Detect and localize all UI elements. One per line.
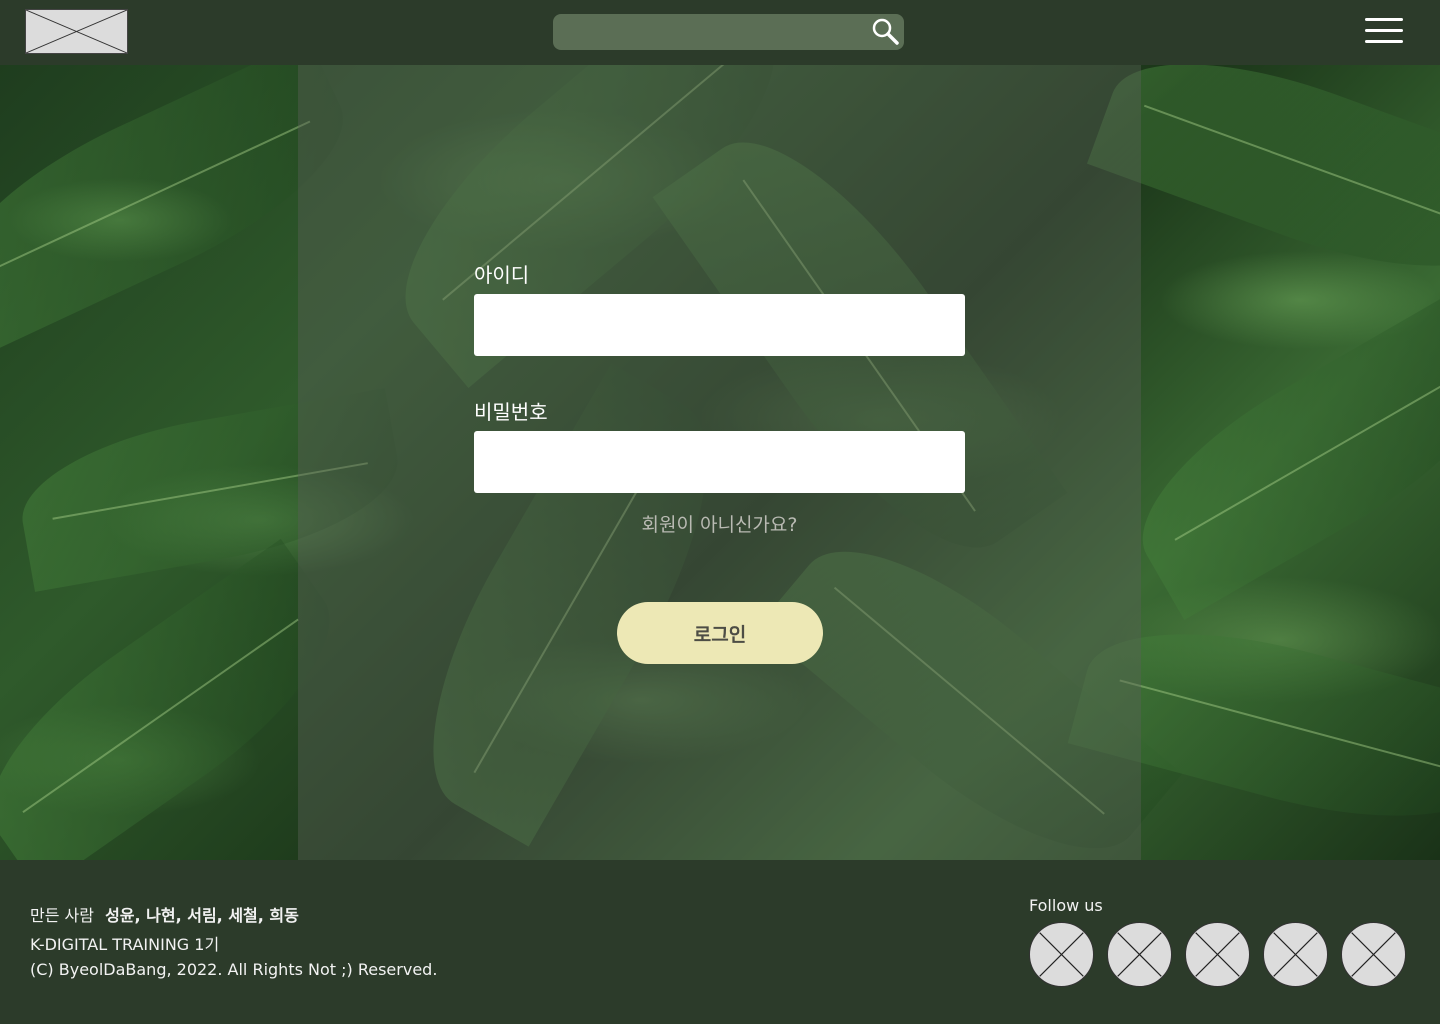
makers-line: 만든 사람 성윤, 나현, 서림, 세철, 희동 bbox=[30, 902, 299, 926]
footer: 만든 사람 성윤, 나현, 서림, 세철, 희동 K-DIGITAL TRAIN… bbox=[0, 860, 1440, 1024]
top-header bbox=[0, 0, 1440, 65]
program-text: K-DIGITAL TRAINING 1기 bbox=[30, 935, 220, 954]
signup-link[interactable]: 회원이 아니신가요? bbox=[474, 510, 965, 537]
social-placeholder-icon[interactable] bbox=[1185, 922, 1250, 987]
logo-placeholder-icon[interactable] bbox=[25, 9, 128, 54]
social-placeholder-icon[interactable] bbox=[1263, 922, 1328, 987]
id-label: 아이디 bbox=[474, 263, 530, 287]
copyright-text: (C) ByeolDaBang, 2022. All Rights Not ;)… bbox=[30, 960, 438, 979]
password-field[interactable] bbox=[474, 431, 965, 493]
search-icon[interactable] bbox=[868, 16, 902, 48]
social-placeholder-icon[interactable] bbox=[1029, 922, 1094, 987]
password-label: 비밀번호 bbox=[474, 400, 548, 424]
makers-label: 만든 사람 bbox=[30, 906, 94, 925]
follow-label: Follow us bbox=[1029, 896, 1103, 915]
login-button[interactable]: 로그인 bbox=[617, 602, 823, 664]
hamburger-menu-icon[interactable] bbox=[1363, 14, 1405, 48]
search-input[interactable] bbox=[553, 14, 904, 50]
social-placeholder-icon[interactable] bbox=[1107, 922, 1172, 987]
social-placeholder-icon[interactable] bbox=[1341, 922, 1406, 987]
makers-names: 성윤, 나현, 서림, 세철, 희동 bbox=[105, 906, 299, 925]
id-field[interactable] bbox=[474, 294, 965, 356]
